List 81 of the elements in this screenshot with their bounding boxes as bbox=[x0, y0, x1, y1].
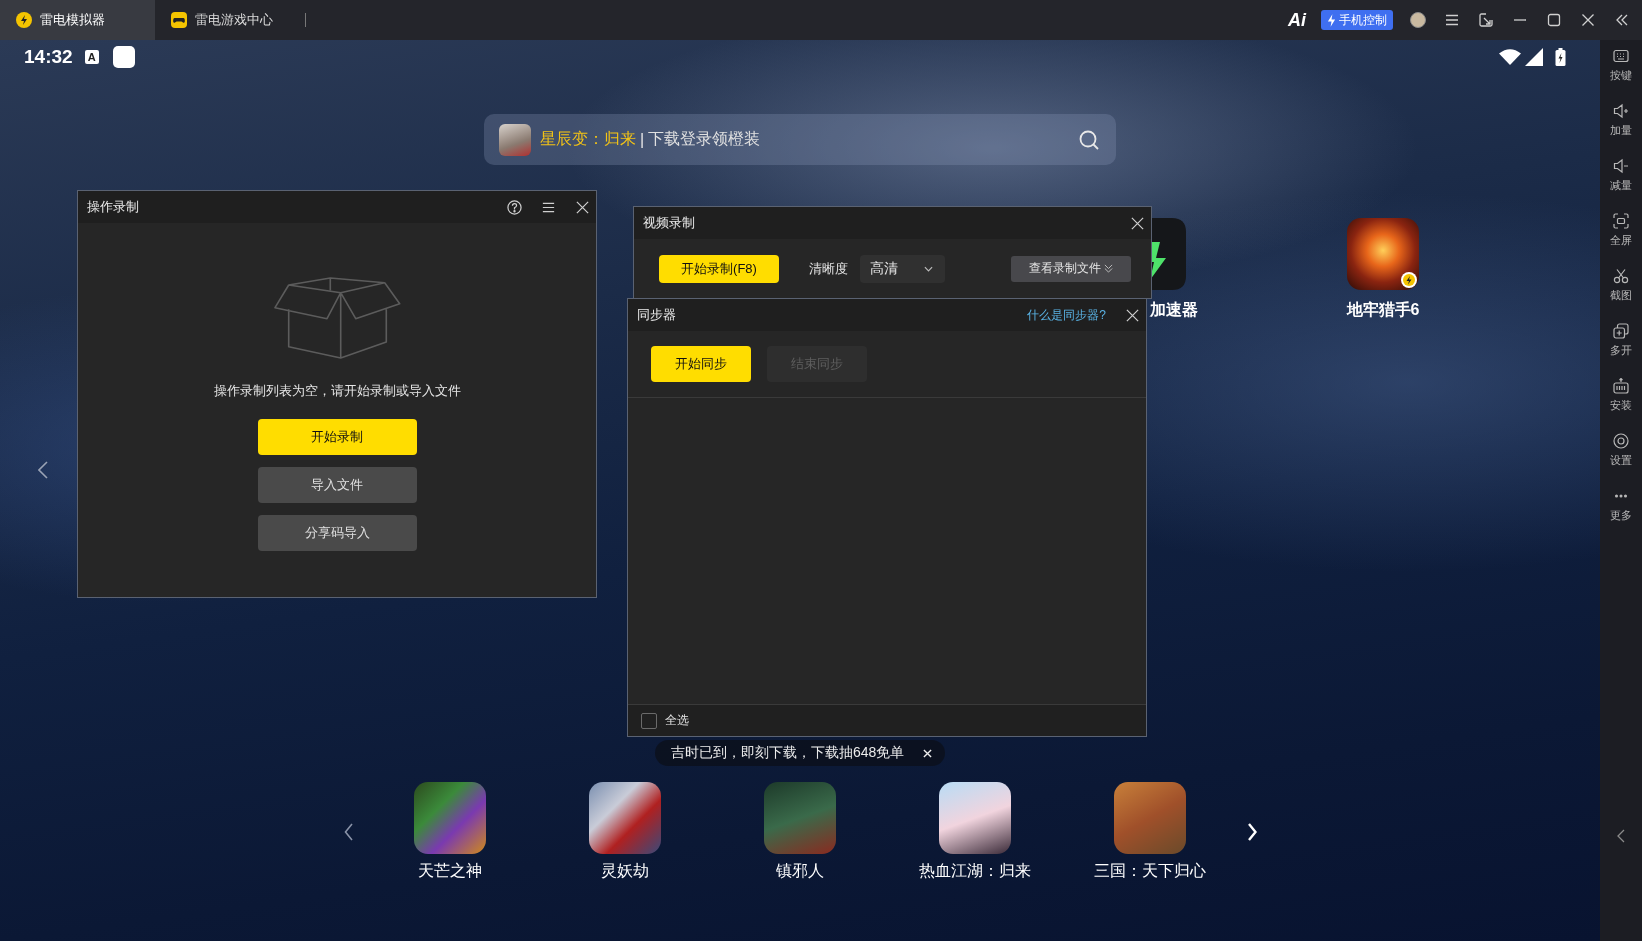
view-files-button[interactable]: 查看录制文件 bbox=[1011, 255, 1131, 282]
app-icon[interactable] bbox=[589, 782, 661, 854]
app-icon[interactable] bbox=[1347, 218, 1419, 290]
panel-title: 视频录制 bbox=[643, 214, 695, 232]
sidebar-button[interactable]: 减量 bbox=[1600, 154, 1642, 209]
phone-control-button[interactable]: 手机控制 bbox=[1321, 10, 1393, 30]
chevron-left-icon[interactable] bbox=[38, 461, 48, 479]
install-package-icon bbox=[1613, 378, 1629, 394]
gamepad-icon bbox=[171, 12, 187, 28]
panel-title: 操作录制 bbox=[87, 198, 139, 216]
sidebar-button[interactable]: 截图 bbox=[1600, 264, 1642, 319]
multi-window-icon bbox=[1613, 323, 1629, 339]
promo-text: 下载登录领橙装 bbox=[648, 129, 761, 149]
sidebar-button[interactable]: 更多 bbox=[1600, 484, 1642, 539]
action-button[interactable]: 开始录制 bbox=[257, 419, 417, 455]
chevron-left-icon[interactable] bbox=[343, 823, 354, 841]
double-chevron-down-icon bbox=[1104, 264, 1113, 273]
close-icon[interactable] bbox=[575, 199, 590, 215]
app-label: 地牢猎手6 bbox=[1345, 300, 1421, 320]
ai-button[interactable]: Ai bbox=[1288, 9, 1306, 31]
app-label: 热血江湖：归来 bbox=[919, 861, 1031, 881]
quality-label: 清晰度 bbox=[809, 259, 848, 278]
sidebar-button[interactable]: 安装 bbox=[1600, 374, 1642, 429]
sidebar-button[interactable]: 设置 bbox=[1600, 429, 1642, 484]
panel-title: 同步器 bbox=[637, 306, 676, 324]
empty-message: 操作录制列表为空，请开始录制或导入文件 bbox=[213, 382, 461, 400]
notification-badge: A bbox=[84, 50, 99, 64]
sidebar-button[interactable]: 按键 bbox=[1600, 44, 1642, 99]
lightning-logo-icon bbox=[16, 12, 32, 28]
avatar-icon[interactable] bbox=[1410, 12, 1426, 28]
close-icon[interactable] bbox=[1125, 307, 1140, 323]
checkbox-label: 全选 bbox=[665, 712, 689, 729]
keyboard-icon bbox=[1613, 48, 1629, 64]
close-icon[interactable] bbox=[1581, 13, 1595, 27]
clock-time: 14:32 bbox=[24, 46, 73, 68]
app-label: 三国：天下归心 bbox=[1094, 861, 1206, 881]
open-box-icon bbox=[273, 277, 401, 359]
quality-select[interactable]: 高清 bbox=[860, 254, 945, 283]
search-bar[interactable]: 星辰变：归来 | 下载登录领橙装 bbox=[484, 114, 1116, 165]
app-icon[interactable] bbox=[939, 782, 1011, 854]
maximize-icon[interactable] bbox=[1547, 13, 1561, 27]
lightning-icon bbox=[1327, 13, 1336, 27]
app-icon[interactable] bbox=[1152, 218, 1186, 290]
tab[interactable]: 雷电模拟器 bbox=[0, 0, 155, 40]
checkbox[interactable] bbox=[641, 712, 657, 729]
sidebar-button[interactable]: 加量 bbox=[1600, 99, 1642, 154]
double-chevron-left-icon[interactable] bbox=[1615, 13, 1629, 27]
app-label: 镇邪人 bbox=[776, 861, 824, 881]
sync-button[interactable]: 开始同步 bbox=[651, 346, 751, 382]
app-label: 加速器 bbox=[1150, 300, 1198, 320]
chevron-right-icon[interactable] bbox=[1246, 823, 1257, 841]
action-button[interactable]: 分享码导入 bbox=[257, 515, 417, 551]
scissors-icon bbox=[1613, 268, 1629, 284]
help-icon[interactable] bbox=[507, 199, 522, 215]
settings-icon bbox=[1613, 433, 1629, 449]
menu-icon[interactable] bbox=[1445, 13, 1459, 27]
chevron-left-icon[interactable] bbox=[1617, 829, 1625, 843]
toast-message: 吉时已到，即刻下载，下载抽648免单 bbox=[671, 744, 905, 762]
fullscreen-icon bbox=[1613, 213, 1629, 229]
sidebar-button[interactable]: 多开 bbox=[1600, 319, 1642, 374]
action-button[interactable]: 导入文件 bbox=[257, 467, 417, 503]
square-arrow-icon[interactable] bbox=[1479, 13, 1493, 27]
app-notification-icon bbox=[112, 46, 135, 68]
battery-icon bbox=[1555, 48, 1566, 66]
close-icon[interactable] bbox=[1130, 215, 1145, 231]
sidebar-button[interactable]: 全屏 bbox=[1600, 209, 1642, 264]
separator-text: | bbox=[640, 130, 645, 149]
signal-icon bbox=[1525, 48, 1543, 66]
volume-down-icon bbox=[1613, 158, 1629, 174]
volume-up-icon bbox=[1613, 103, 1629, 119]
tab[interactable]: 雷电游戏中心 bbox=[155, 0, 310, 40]
search-icon[interactable] bbox=[1079, 129, 1099, 150]
start-recording-button[interactable]: 开始录制(F8) bbox=[659, 254, 779, 283]
game-avatar-placeholder bbox=[499, 123, 531, 156]
game-title[interactable]: 星辰变：归来 bbox=[540, 129, 636, 150]
lightning-badge-icon bbox=[1401, 272, 1417, 288]
wifi-icon bbox=[1499, 49, 1521, 65]
chevron-down-icon bbox=[924, 265, 933, 272]
app-label: 天芒之神 bbox=[418, 861, 482, 881]
help-link[interactable]: 什么是同步器? bbox=[1027, 306, 1106, 324]
app-label: 灵妖劫 bbox=[601, 861, 649, 881]
